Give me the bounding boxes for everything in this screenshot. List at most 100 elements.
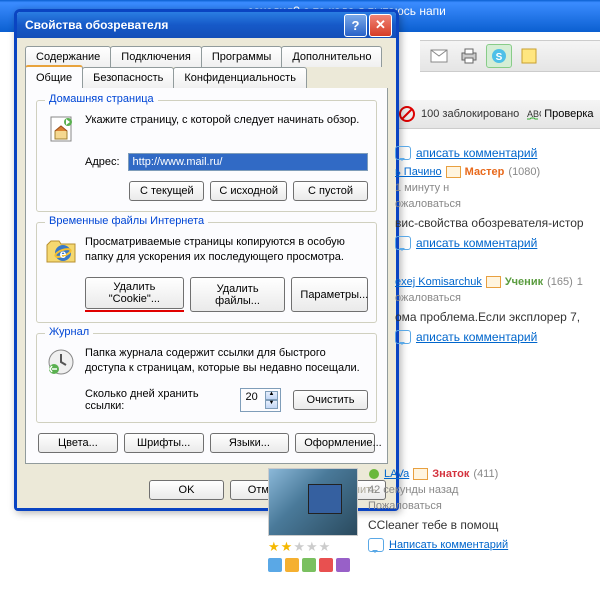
use-blank-button[interactable]: С пустой	[293, 181, 368, 201]
settings-button[interactable]: Параметры...	[291, 277, 368, 312]
user-rating: ★ ★ ★ ★ ★	[268, 539, 358, 555]
answer-time: 42 секунды назад	[368, 484, 458, 496]
days-spinner[interactable]: 20 ▲ ▼	[240, 388, 281, 412]
browser-toolbar-2: 100 заблокировано ABC Проверка	[395, 100, 600, 129]
close-button[interactable]: ✕	[369, 14, 392, 37]
user-rank: Знаток	[432, 468, 469, 480]
comment-icon	[368, 538, 384, 552]
tab-general[interactable]: Общие	[25, 65, 83, 88]
checkbox-toolbar-icon[interactable]	[516, 44, 542, 68]
address-label: Адрес:	[85, 156, 120, 168]
history-group: Журнал Папка журнала содержит ссылки для…	[36, 333, 377, 423]
badge-icon	[302, 558, 316, 572]
tab-advanced[interactable]: Дополнительно	[281, 46, 382, 67]
help-button[interactable]: ?	[344, 14, 367, 37]
tab-privacy[interactable]: Конфиденциальность	[173, 67, 307, 88]
answer-text: вис-свойства обозревателя-истор	[395, 216, 596, 230]
temp-files-desc: Просматриваемые страницы копируются в ос…	[85, 235, 368, 267]
user-badges	[268, 558, 358, 572]
mail-toolbar-icon[interactable]	[426, 44, 452, 68]
blocked-count[interactable]: 100 заблокировано	[421, 108, 519, 120]
dialog-titlebar[interactable]: Свойства обозревателя ? ✕	[17, 12, 396, 38]
tab-security[interactable]: Безопасность	[82, 67, 174, 88]
history-icon	[45, 346, 77, 378]
user-rank: Мастер	[465, 166, 505, 178]
complain-link[interactable]: Пожаловаться	[368, 500, 588, 512]
spin-up[interactable]: ▲	[265, 391, 278, 400]
mail-icon[interactable]	[446, 166, 461, 178]
dialog-title: Свойства обозревателя	[21, 18, 342, 32]
user-score: (411)	[473, 468, 498, 480]
temp-files-group: Временные файлы Интернета e Просматривае…	[36, 222, 377, 323]
delete-files-button[interactable]: Удалить файлы...	[190, 277, 286, 312]
user-link[interactable]: LAVa	[384, 468, 409, 480]
homepage-group-label: Домашняя страница	[45, 93, 158, 105]
answer-text: CCleaner тебе в помощ	[368, 518, 588, 532]
skype-toolbar-icon[interactable]: S	[486, 44, 512, 68]
star-icon: ★	[281, 539, 293, 555]
comment-icon	[395, 236, 411, 250]
answer-item-full: ★ ★ ★ ★ ★ LAVa Знаток (411) 42 секунды н…	[268, 468, 588, 572]
answers-panel: аписать комментарий ь Пачино Мастер (108…	[395, 140, 596, 370]
use-current-button[interactable]: С текущей	[129, 181, 204, 201]
avatar-block: ★ ★ ★ ★ ★	[268, 468, 358, 572]
badge-icon	[319, 558, 333, 572]
write-comment-link[interactable]: аписать комментарий	[395, 146, 596, 160]
print-toolbar-icon[interactable]	[456, 44, 482, 68]
tab-row-2: Общие Безопасность Конфиденциальность	[17, 67, 396, 88]
homepage-desc: Укажите страницу, с которой следует начи…	[85, 113, 368, 145]
comment-label: аписать комментарий	[416, 236, 537, 250]
user-link[interactable]: ь Пачино	[395, 166, 442, 178]
answer-item: ь Пачино Мастер (1080) 1 минуту н ожалов…	[395, 166, 596, 264]
star-icon: ★	[306, 539, 318, 555]
use-default-button[interactable]: С исходной	[210, 181, 287, 201]
ok-button[interactable]: OK	[149, 480, 224, 500]
days-value: 20	[243, 391, 265, 409]
complain-link[interactable]: ожаловаться	[395, 292, 596, 304]
star-icon: ★	[293, 539, 305, 555]
delete-cookies-button[interactable]: Удалить "Cookie"...	[85, 277, 184, 309]
answer-time: 1	[577, 276, 583, 288]
colors-button[interactable]: Цвета...	[38, 433, 118, 453]
tab-row-1: Содержание Подключения Программы Дополни…	[17, 38, 396, 67]
mail-icon[interactable]	[413, 468, 428, 480]
spellcheck-label: Проверка	[544, 108, 593, 120]
user-avatar[interactable]	[268, 468, 358, 536]
answer-text: ома проблема.Если эксплорер 7,	[395, 310, 596, 324]
complain-link[interactable]: ожаловаться	[395, 198, 596, 210]
tab-programs[interactable]: Программы	[201, 46, 282, 67]
user-link[interactable]: exej Komisarchuk	[395, 276, 482, 288]
comment-label: аписать комментарий	[416, 330, 537, 344]
online-icon	[368, 468, 380, 480]
clear-history-button[interactable]: Очистить	[293, 390, 368, 410]
languages-button[interactable]: Языки...	[210, 433, 290, 453]
tab-connections[interactable]: Подключения	[110, 46, 202, 67]
star-icon: ★	[319, 539, 331, 555]
answer-item: exej Komisarchuk Ученик (165) 1 ожаловат…	[395, 276, 596, 358]
comment-icon	[395, 146, 411, 160]
svg-text:e: e	[60, 247, 67, 261]
home-icon	[45, 113, 77, 145]
fonts-button[interactable]: Шрифты...	[124, 433, 204, 453]
write-comment-link[interactable]: аписать комментарий	[395, 330, 596, 344]
browser-toolbar: S	[420, 40, 600, 72]
homepage-group: Домашняя страница Укажите страницу, с ко…	[36, 100, 377, 212]
accessibility-button[interactable]: Оформление...	[295, 433, 375, 453]
history-group-label: Журнал	[45, 326, 93, 338]
badge-icon	[336, 558, 350, 572]
badge-icon	[285, 558, 299, 572]
badge-icon	[268, 558, 282, 572]
spellcheck-button[interactable]: ABC Проверка	[525, 107, 593, 121]
user-score: (1080)	[508, 166, 540, 178]
tab-content[interactable]: Содержание	[25, 46, 111, 67]
temp-files-group-label: Временные файлы Интернета	[45, 215, 208, 227]
write-comment-link[interactable]: аписать комментарий	[395, 236, 596, 250]
spin-down[interactable]: ▼	[265, 400, 278, 409]
block-icon	[399, 106, 415, 122]
ie-folder-icon: e	[45, 235, 77, 267]
write-comment-link[interactable]: Написать комментарий	[368, 538, 588, 552]
comment-label: Написать комментарий	[389, 539, 508, 551]
mail-icon[interactable]	[486, 276, 501, 288]
homepage-address-input[interactable]	[128, 153, 368, 171]
internet-options-dialog: Свойства обозревателя ? ✕ Содержание Под…	[14, 9, 399, 511]
